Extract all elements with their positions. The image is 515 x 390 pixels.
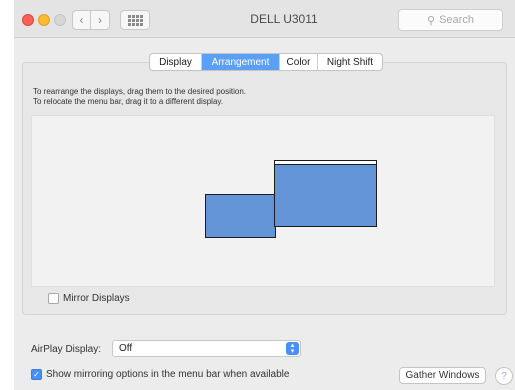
forward-button[interactable]: › (91, 10, 110, 30)
tab-arrangement[interactable]: Arrangement (202, 54, 280, 70)
show-mirroring-option[interactable]: ✓ Show mirroring options in the menu bar… (31, 369, 289, 380)
window-title: DELL U3011 (250, 12, 318, 26)
menu-bar-handle[interactable] (275, 161, 376, 165)
tab-display[interactable]: Display (150, 54, 202, 70)
zoom-window-button[interactable] (54, 14, 66, 26)
back-button[interactable]: ‹ (72, 10, 91, 30)
instruction-menu-bar: To relocate the menu bar, drag it to a d… (33, 97, 224, 106)
mirror-displays-checkbox[interactable] (48, 293, 59, 304)
show-all-button[interactable] (120, 10, 150, 30)
search-icon: ⚲ (427, 14, 436, 27)
checkmark-icon: ✓ (33, 370, 40, 379)
chevron-left-icon: ‹ (79, 13, 84, 27)
secondary-display[interactable] (205, 194, 276, 238)
gather-windows-button[interactable]: Gather Windows (399, 367, 486, 384)
airplay-display-value: Off (119, 343, 133, 354)
mirror-displays-label: Mirror Displays (63, 293, 130, 304)
title-bar: ‹ › DELL U3011 ⚲ Search (14, 0, 515, 38)
show-mirroring-checkbox[interactable]: ✓ (31, 369, 42, 380)
search-input[interactable]: ⚲ Search (398, 9, 503, 31)
chevron-right-icon: › (98, 13, 102, 27)
airplay-display-label: AirPlay Display: (31, 344, 102, 355)
chevron-up-down-icon: ▴ ▾ (286, 342, 299, 355)
display-arrangement-area (31, 115, 495, 287)
tab-bar: Display Arrangement Color Night Shift (149, 53, 383, 71)
show-mirroring-label: Show mirroring options in the menu bar w… (46, 369, 290, 380)
minimize-window-button[interactable] (38, 14, 50, 26)
instruction-rearrange: To rearrange the displays, drag them to … (33, 87, 247, 96)
help-button[interactable]: ? (495, 367, 513, 385)
help-icon: ? (501, 370, 507, 382)
search-placeholder: Search (439, 14, 474, 26)
mirror-displays-option[interactable]: Mirror Displays (48, 293, 130, 304)
preferences-window: ‹ › DELL U3011 ⚲ Search Display Arrangem… (14, 0, 515, 390)
grid-icon (127, 14, 143, 26)
close-window-button[interactable] (22, 14, 34, 26)
tab-night-shift[interactable]: Night Shift (318, 54, 382, 70)
tab-color[interactable]: Color (280, 54, 318, 70)
primary-display[interactable] (274, 160, 377, 227)
airplay-display-select[interactable]: Off ▴ ▾ (112, 340, 301, 357)
